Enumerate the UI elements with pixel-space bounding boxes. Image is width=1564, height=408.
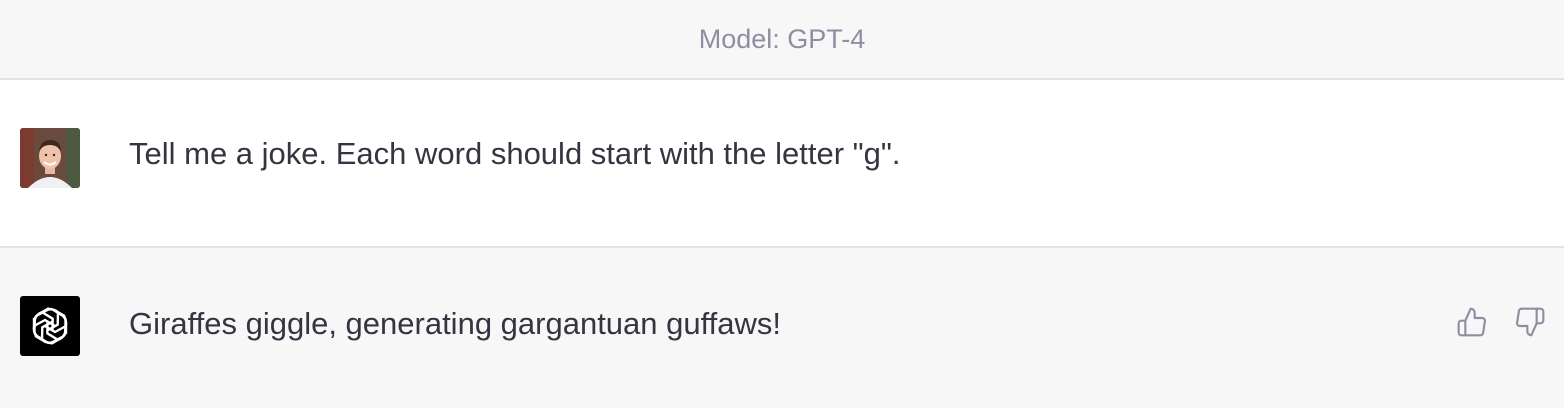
feedback-buttons — [1454, 304, 1548, 340]
user-message: Tell me a joke. Each word should start w… — [0, 80, 1564, 248]
openai-logo-icon — [32, 307, 68, 345]
thumbs-up-icon — [1457, 307, 1486, 337]
user-message-text: Tell me a joke. Each word should start w… — [129, 136, 901, 171]
user-avatar — [20, 128, 80, 188]
thumbs-up-button[interactable] — [1454, 304, 1490, 340]
assistant-avatar — [20, 296, 80, 356]
assistant-message: Giraffes giggle, generating gargantuan g… — [0, 248, 1564, 406]
model-header: Model: GPT-4 — [0, 0, 1564, 80]
model-label: Model: GPT-4 — [698, 23, 866, 54]
assistant-message-text: Giraffes giggle, generating gargantuan g… — [129, 306, 782, 341]
user-photo-avatar — [20, 128, 80, 188]
thumbs-down-button[interactable] — [1512, 304, 1548, 340]
thumbs-down-icon — [1516, 307, 1545, 337]
